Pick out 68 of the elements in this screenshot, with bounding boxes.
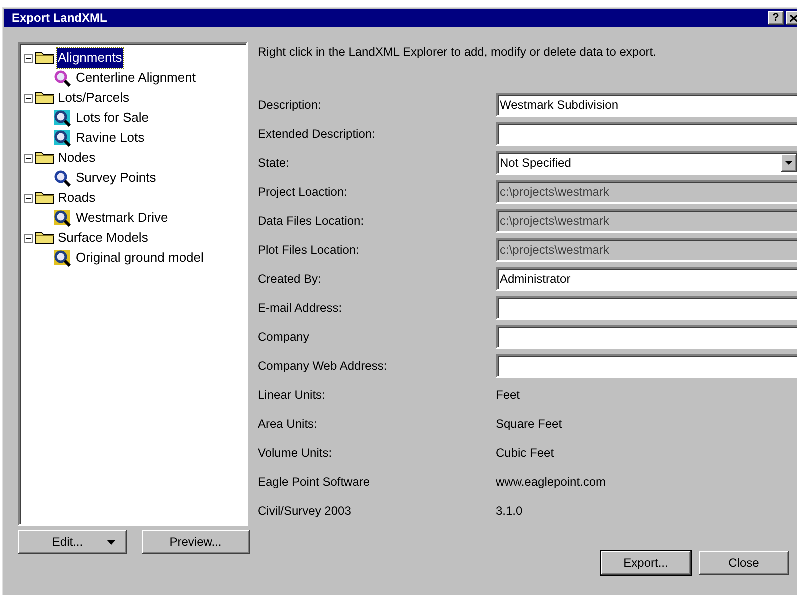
field-label: Description: [258, 96, 322, 114]
field-label: Civil/Survey 2003 [258, 502, 352, 520]
folder-icon [35, 191, 55, 205]
magnifier-icon [54, 110, 72, 126]
field-value: Feet [496, 386, 520, 404]
field-label: Extended Description: [258, 126, 376, 142]
readonly-field: c:\projects\westmark [496, 238, 797, 262]
field-label: State: [258, 154, 290, 172]
tree-item[interactable]: Roads [57, 188, 97, 208]
collapse-icon[interactable] [24, 94, 33, 102]
tree-item[interactable]: Original ground model [75, 248, 205, 268]
text-field[interactable] [496, 324, 797, 348]
field-label: Project Loaction: [258, 184, 348, 200]
field-value: Square Feet [496, 416, 562, 432]
state-dropdown[interactable]: Not Specified [496, 150, 797, 174]
magnifier-icon [54, 70, 72, 86]
preview-button[interactable]: Preview... [142, 530, 250, 554]
readonly-field: c:\projects\westmark [496, 180, 797, 204]
collapse-icon[interactable] [24, 194, 33, 202]
tree-item[interactable]: Survey Points [75, 168, 158, 188]
field-label: Company Web Address: [258, 358, 388, 374]
field-value: 3.1.0 [496, 502, 523, 520]
field-label: Eagle Point Software [258, 474, 372, 490]
window-title: Export LandXML [12, 10, 108, 27]
help-button[interactable]: ? [768, 11, 784, 25]
tree-item[interactable]: Nodes [57, 148, 97, 168]
tree-item[interactable]: Westmark Drive [75, 208, 170, 228]
field-label: Area Units: [258, 416, 318, 432]
tree-item[interactable]: Alignments [57, 48, 124, 68]
folder-icon [35, 231, 55, 245]
readonly-field: c:\projects\westmark [496, 208, 797, 232]
tree-item[interactable]: Centerline Alignment [75, 68, 197, 88]
close-dialog-button[interactable]: Close [699, 551, 789, 575]
field-label: Linear Units: [258, 386, 326, 404]
collapse-icon[interactable] [24, 54, 33, 62]
text-field[interactable] [496, 122, 797, 146]
folder-icon [35, 151, 55, 165]
tree-item[interactable]: Lots/Parcels [57, 88, 131, 108]
instructions-text: Right click in the LandXML Explorer to add, modify or delete data to export. [258, 44, 658, 61]
field-value: www.eaglepoint.com [496, 474, 606, 490]
caret-icon [106, 540, 116, 544]
text-field[interactable]: Westmark Subdivision [496, 92, 797, 116]
tree-item[interactable]: Surface Models [57, 228, 150, 248]
magnifier-icon [54, 130, 72, 146]
field-label: Created By: [258, 270, 322, 288]
text-field[interactable] [496, 354, 797, 378]
field-label: E-mail Address: [258, 300, 344, 316]
collapse-icon[interactable] [24, 154, 33, 162]
collapse-icon[interactable] [24, 234, 33, 242]
magnifier-icon [54, 250, 72, 266]
folder-icon [35, 51, 55, 65]
tree-item[interactable]: Lots for Sale [75, 108, 150, 128]
tree-item[interactable]: Ravine Lots [75, 128, 146, 148]
caret-icon [785, 160, 793, 164]
field-label: Volume Units: [258, 444, 334, 462]
export-button[interactable]: Export... [601, 551, 691, 575]
field-label: Data Files Location: [258, 212, 366, 230]
dropdown-arrow-button[interactable] [781, 154, 797, 172]
field-label: Company [258, 328, 310, 346]
edit-dropdown-button[interactable]: Edit... [18, 530, 126, 554]
field-label: Plot Files Location: [258, 242, 360, 258]
folder-icon [35, 91, 55, 105]
close-icon [790, 14, 797, 22]
text-field[interactable]: Administrator [496, 266, 797, 290]
field-value: Cubic Feet [496, 444, 554, 462]
magnifier-icon [54, 170, 72, 186]
text-field[interactable] [496, 296, 797, 320]
magnifier-icon [54, 210, 72, 226]
